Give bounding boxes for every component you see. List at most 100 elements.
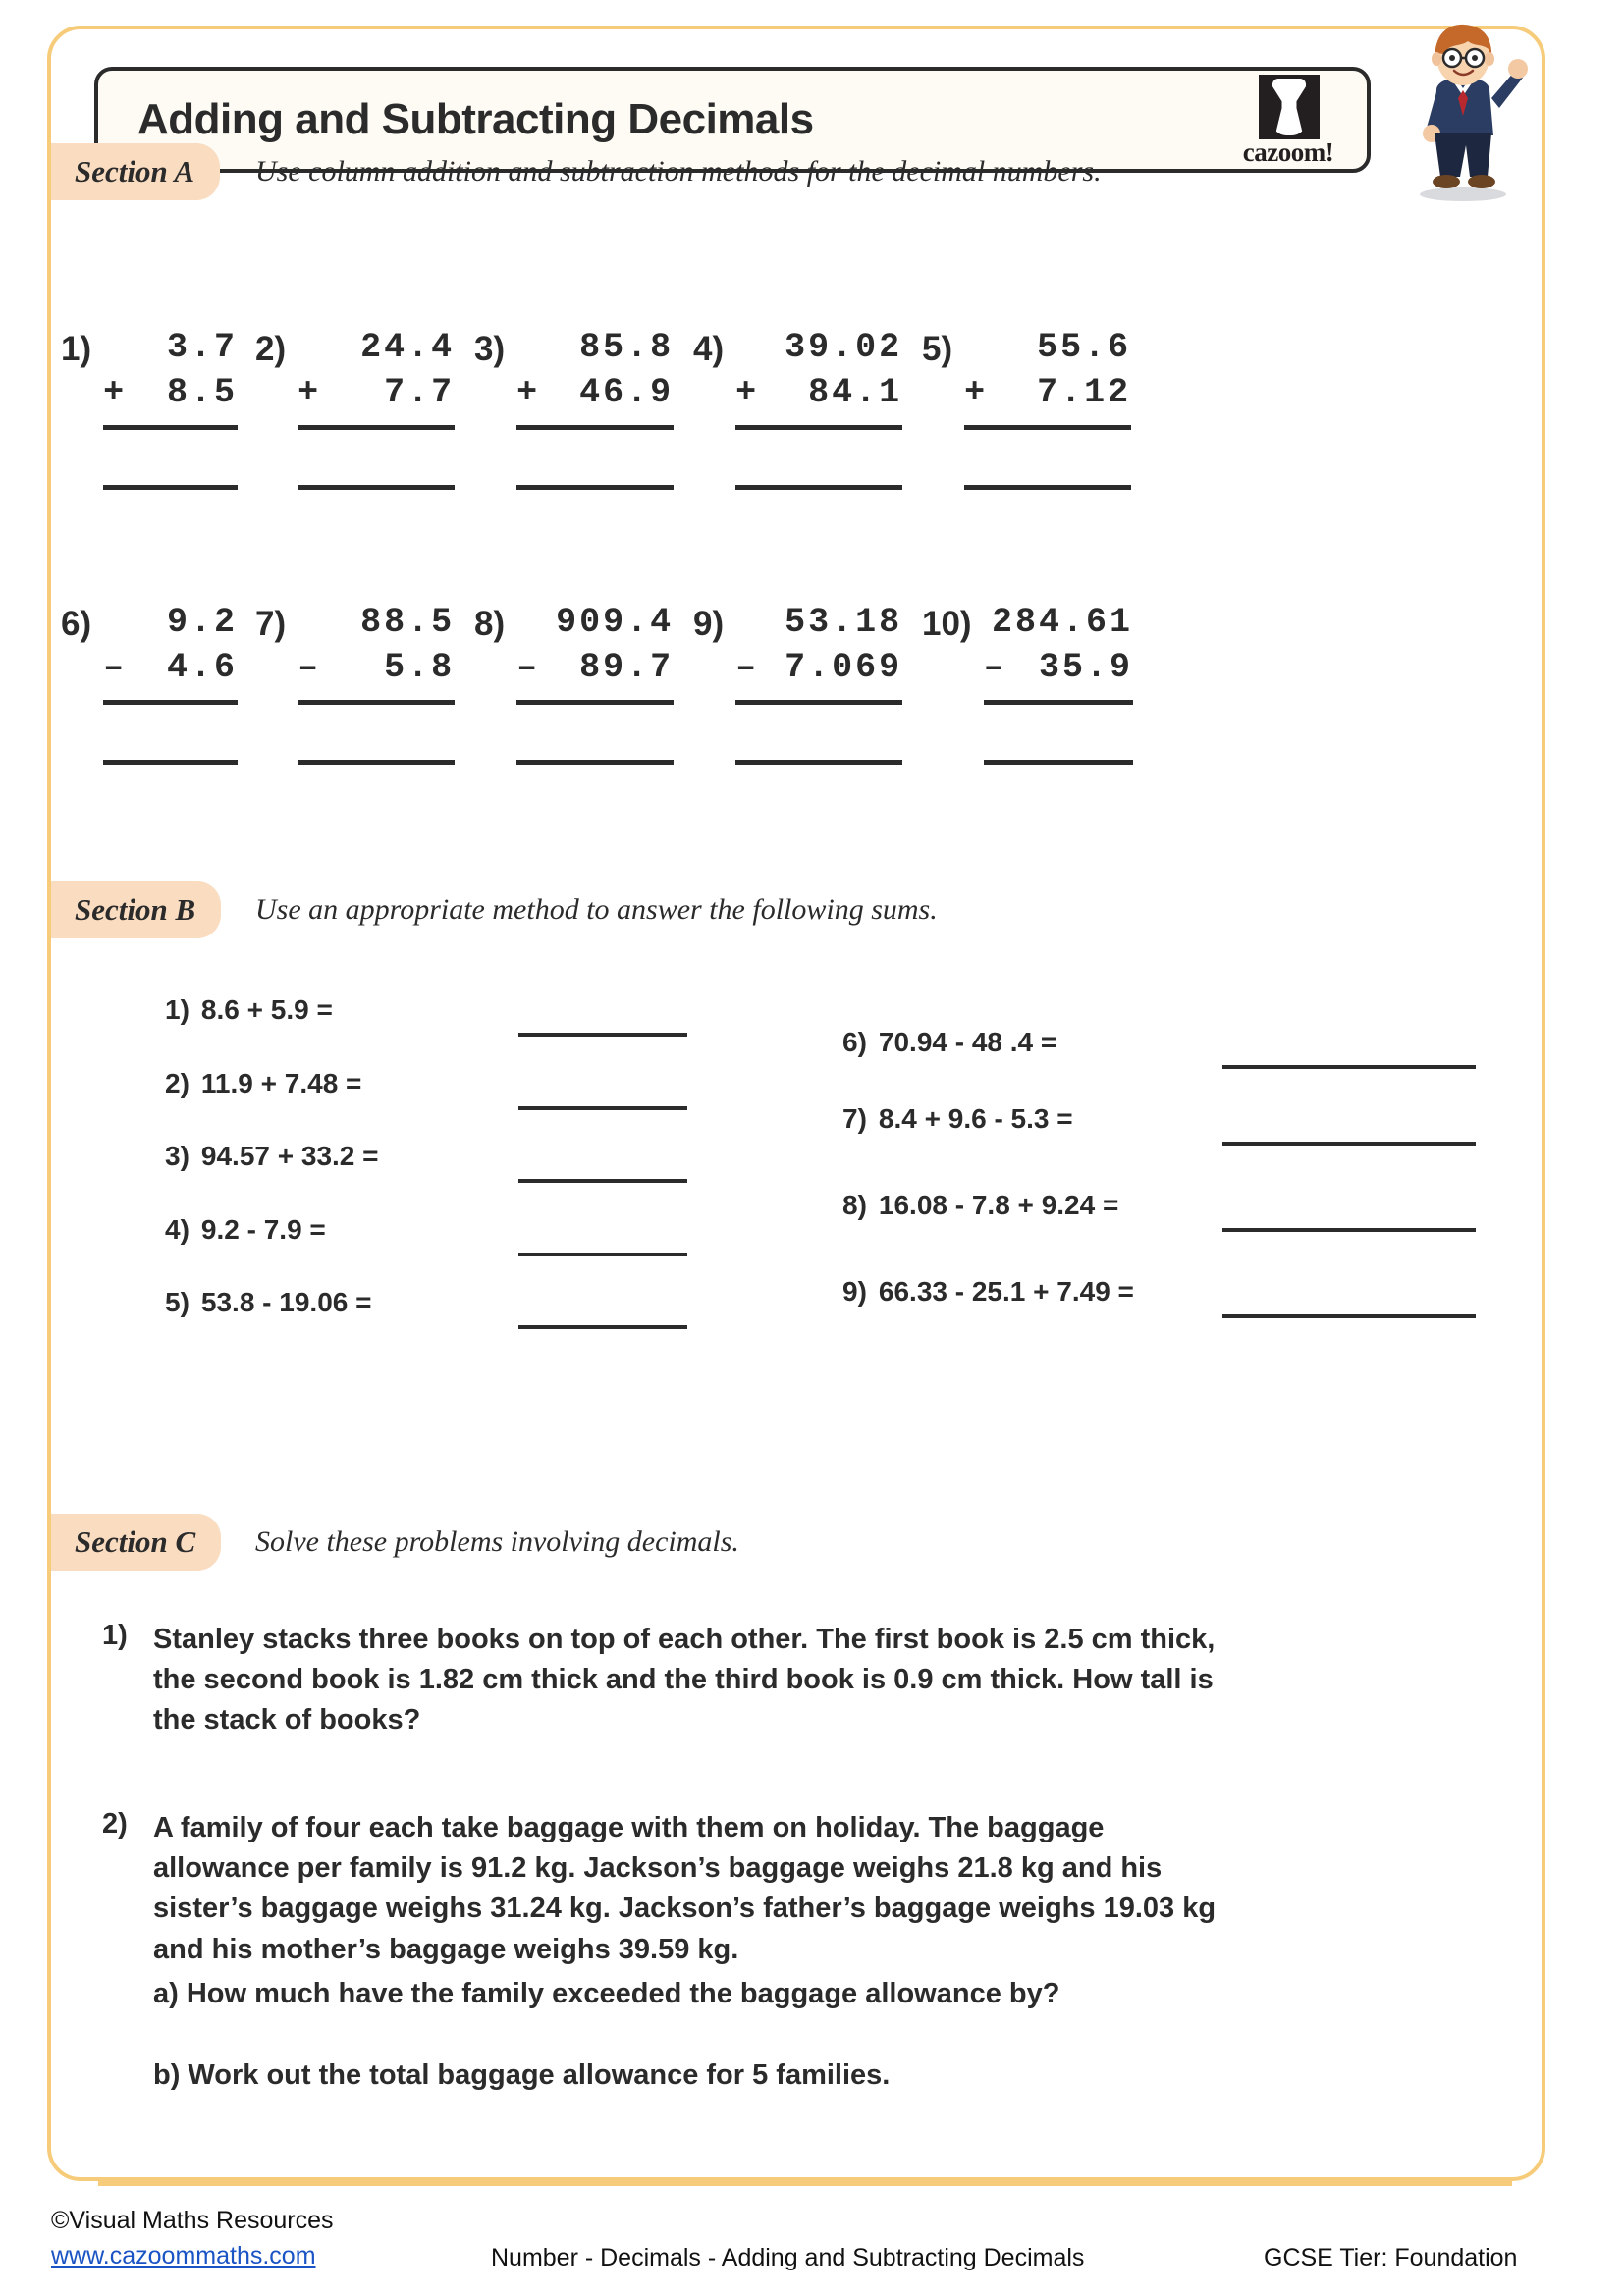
question-number: 1) <box>165 994 189 1025</box>
answer-blank-line[interactable] <box>1222 1065 1476 1069</box>
answer-blank-line[interactable] <box>518 1033 687 1037</box>
problem-number: 3) <box>474 330 506 368</box>
word-problem-body: Stanley stacks three books on top of eac… <box>153 1620 1215 1741</box>
operand-value: 7.7 <box>384 372 456 412</box>
operand-value: 7.12 <box>1037 372 1132 412</box>
section-c-pill: Section C <box>51 1514 222 1571</box>
answer-rule-line <box>516 760 675 765</box>
operand-value: 84.1 <box>808 372 903 412</box>
operand-top: 284.61 <box>991 603 1133 642</box>
cazoom-wordmark: cazoom! <box>1242 137 1334 167</box>
operand-value: 89.7 <box>579 647 675 687</box>
operator-sign: – <box>298 647 322 687</box>
operand-value: 4.6 <box>166 647 238 687</box>
operand-bottom: +7.7 <box>298 371 455 416</box>
sum-question: 7) 8.4 + 9.6 - 5.3 = <box>842 1103 1073 1135</box>
question-expression: 16.08 - 7.8 + 9.24 = <box>878 1190 1119 1220</box>
footer-tier: GCSE Tier: Foundation <box>1264 2244 1518 2271</box>
operator-sign: + <box>735 372 760 412</box>
answer-rule-line <box>103 760 238 765</box>
problem-number: 7) <box>255 605 287 643</box>
answer-space[interactable] <box>103 430 238 475</box>
word-problem: 1) Stanley stacks three books on top of e… <box>102 1620 1477 1741</box>
problem-number: 6) <box>61 605 92 643</box>
column-sum-problem: 6) 9.2–4.6 <box>61 601 238 765</box>
column-sum-problem: 2) 24.4 +7.7 <box>255 326 457 490</box>
word-problem: 2) A family of four each take baggage wit… <box>102 1808 1477 2096</box>
sum-question: 2) 11.9 + 7.48 = <box>165 1068 361 1099</box>
sum-question: 1) 8.6 + 5.9 = <box>165 994 333 1026</box>
sum-question: 5) 53.8 - 19.06 = <box>165 1287 371 1318</box>
question-expression: 9.2 - 7.9 = <box>200 1214 326 1245</box>
footer-topic: Number - Decimals - Adding and Subtracti… <box>491 2244 1085 2271</box>
answer-space[interactable] <box>984 705 1133 750</box>
answer-blank-line[interactable] <box>518 1179 687 1183</box>
sum-question: 8) 16.08 - 7.8 + 9.24 = <box>842 1190 1118 1221</box>
question-number: 3) <box>165 1141 189 1171</box>
answer-space[interactable] <box>964 430 1131 475</box>
word-problem-body: A family of four each take baggage with … <box>153 1808 1216 2096</box>
question-expression: 94.57 + 33.2 = <box>200 1141 379 1171</box>
word-problem-line: allowance per family is 91.2 kg. Jackson… <box>153 1852 1163 1885</box>
question-number: 2) <box>102 1808 128 1840</box>
column-sum-problem: 3) 85.8 +46.9 <box>474 326 676 490</box>
section-a-label: Section A <box>75 154 195 188</box>
operand-bottom: +46.9 <box>516 371 674 416</box>
operand-value: 46.9 <box>579 372 675 412</box>
answer-rule-line <box>103 485 238 490</box>
answer-rule-line <box>735 760 903 765</box>
operand-bottom: –7.069 <box>735 646 902 691</box>
answer-blank-line[interactable] <box>518 1106 687 1110</box>
word-problem-line: the stack of books? <box>153 1704 421 1736</box>
operator-sign: – <box>103 647 128 687</box>
operator-sign: – <box>516 647 541 687</box>
question-expression: 8.6 + 5.9 = <box>200 994 333 1025</box>
operator-sign: + <box>298 372 322 412</box>
answer-blank-line[interactable] <box>1222 1142 1476 1146</box>
operand-value: 8.5 <box>166 372 238 412</box>
section-b-instruction: Use an appropriate method to answer the … <box>255 893 938 926</box>
operand-top: 3.7 <box>166 328 238 367</box>
answer-space[interactable] <box>298 430 455 475</box>
answer-blank-line[interactable] <box>518 1325 687 1329</box>
problem-number: 4) <box>693 330 725 368</box>
word-problem-line: sister’s baggage weighs 31.24 kg. Jackso… <box>153 1893 1217 1925</box>
word-problem-line: Stanley stacks three books on top of eac… <box>153 1624 1216 1655</box>
answer-space[interactable] <box>103 705 238 750</box>
operator-sign: + <box>103 372 128 412</box>
footer-website-link[interactable]: www.cazoommaths.com <box>51 2242 316 2270</box>
operand-value: 35.9 <box>1038 647 1133 687</box>
word-problem-line: the second book is 1.82 cm thick and the… <box>153 1664 1214 1696</box>
operand-top: 909.4 <box>556 603 675 642</box>
operand-top: 55.6 <box>1037 328 1132 367</box>
section-a-row-addition: 1) 3.7 +8.5 2) 24.4 +7.7 3) 85.8 +46.9 4) 39.02 +84… <box>0 326 1498 490</box>
column-sum-problem: 4) 39.02 +84.1 <box>693 326 904 490</box>
problem-number: 10) <box>922 605 972 643</box>
question-number: 2) <box>165 1068 189 1098</box>
operator-sign: + <box>516 372 541 412</box>
operand-top: 39.02 <box>785 328 903 367</box>
section-b-label: Section B <box>75 892 196 927</box>
section-a-instruction: Use column addition and subtraction meth… <box>255 155 1102 187</box>
operand-bottom: –89.7 <box>516 646 674 691</box>
answer-space[interactable] <box>298 705 455 750</box>
answer-blank-line[interactable] <box>518 1253 687 1256</box>
operand-bottom: – 5.8 <box>298 646 455 691</box>
sum-question: 3) 94.57 + 33.2 = <box>165 1141 379 1172</box>
answer-blank-line[interactable] <box>1222 1228 1476 1232</box>
question-number: 1) <box>102 1620 128 1651</box>
sum-question: 9) 66.33 - 25.1 + 7.49 = <box>842 1276 1134 1308</box>
question-number: 9) <box>842 1276 867 1307</box>
question-expression: 8.4 + 9.6 - 5.3 = <box>878 1103 1073 1134</box>
answer-space[interactable] <box>735 705 902 750</box>
operand-top: 24.4 <box>360 328 456 367</box>
operator-sign: – <box>983 647 1007 687</box>
question-expression: 66.33 - 25.1 + 7.49 = <box>878 1276 1134 1307</box>
answer-space[interactable] <box>516 705 674 750</box>
question-expression: 11.9 + 7.48 = <box>200 1068 362 1098</box>
answer-space[interactable] <box>735 430 902 475</box>
answer-blank-line[interactable] <box>1222 1314 1476 1318</box>
word-problem-part: b) Work out the total baggage allowance … <box>153 2058 891 2091</box>
word-problem-line: A family of four each take baggage with … <box>153 1812 1105 1843</box>
answer-space[interactable] <box>516 430 674 475</box>
